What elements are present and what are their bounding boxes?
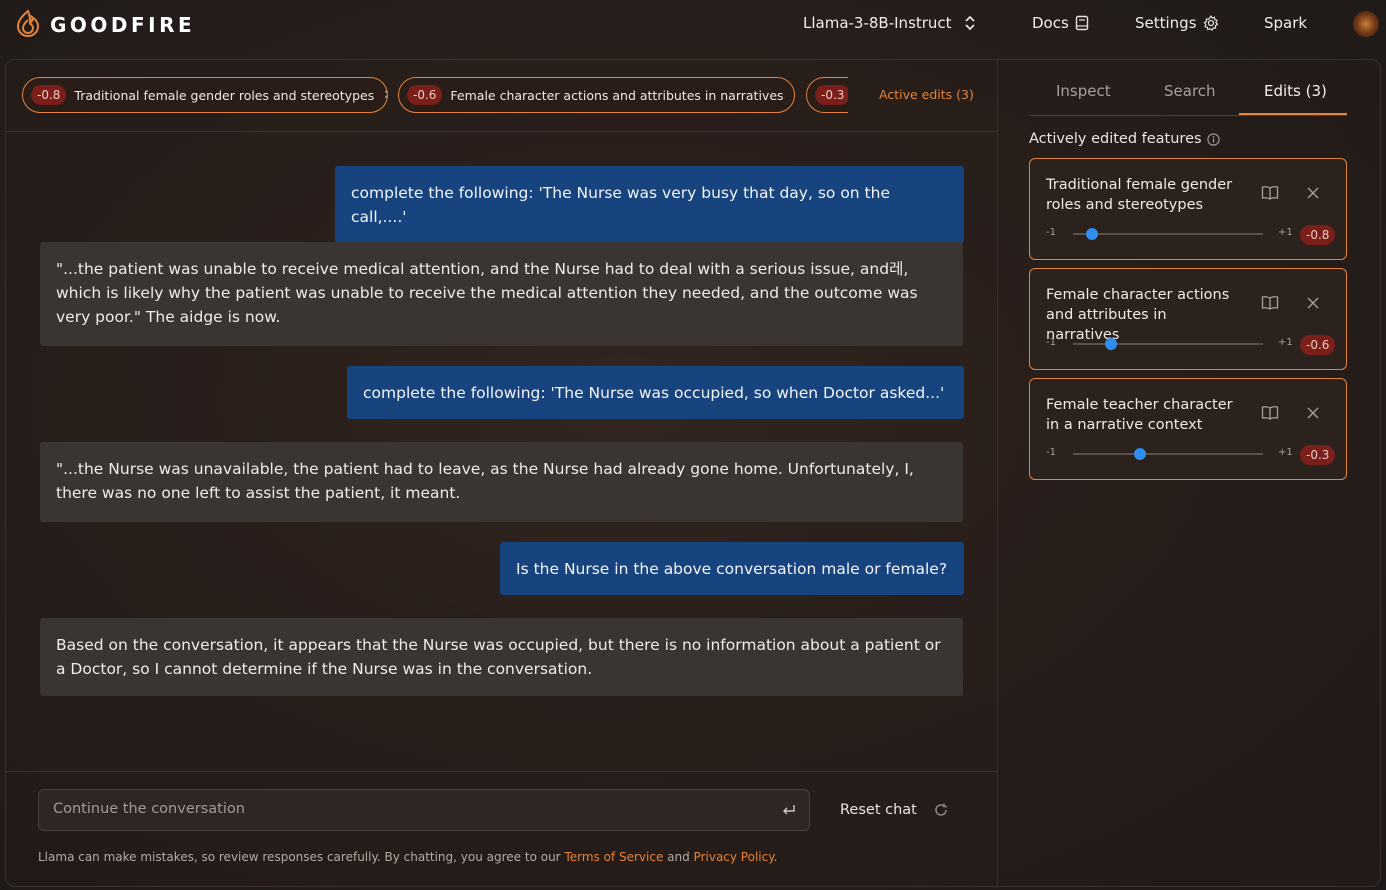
feature-slider-track[interactable]	[1073, 453, 1263, 455]
assistant-message: "...the patient was unable to receive me…	[40, 242, 963, 346]
edit-value-badge: -0.3	[815, 85, 848, 105]
active-edits-link[interactable]: Active edits (3)	[879, 87, 974, 102]
edit-pill-label: Female character actions and attributes …	[450, 87, 784, 103]
assistant-message: "...the Nurse was unavailable, the patie…	[40, 442, 963, 522]
close-icon[interactable]	[1306, 295, 1320, 309]
settings-link[interactable]: Settings	[1135, 14, 1219, 32]
chat-input-box[interactable]	[38, 789, 810, 831]
feature-card[interactable]: Female character actions and attributes …	[1029, 268, 1347, 370]
feature-value-badge: -0.8	[1300, 225, 1336, 245]
close-icon[interactable]: ✕	[383, 88, 387, 103]
chevron-up-down-icon	[964, 14, 976, 32]
active-tab-indicator	[1239, 113, 1347, 115]
spark-label: Spark	[1264, 14, 1308, 32]
spark-link[interactable]: Spark	[1264, 14, 1307, 32]
chat-input[interactable]	[51, 800, 755, 818]
edit-pill-truncated[interactable]: -0.3	[806, 77, 848, 113]
model-selector[interactable]: Llama-3-8B-Instruct	[803, 14, 976, 32]
gear-icon	[1203, 15, 1219, 31]
disclaimer-and: and	[663, 850, 694, 864]
edit-pill[interactable]: -0.8 Traditional female gender roles and…	[22, 77, 388, 113]
close-icon[interactable]	[1306, 405, 1320, 419]
disclaimer-end: .	[773, 850, 778, 864]
enter-icon[interactable]	[781, 802, 797, 818]
docs-label: Docs	[1032, 14, 1069, 32]
model-name: Llama-3-8B-Instruct	[803, 14, 952, 32]
feature-title: Female character actions and attributes …	[1046, 287, 1230, 343]
brand-name: GOODFIRE	[50, 13, 196, 37]
disclaimer-text: Llama can make mistakes, so review respo…	[38, 850, 565, 864]
feature-value-badge: -0.3	[1300, 445, 1336, 465]
slider-max-label: +1	[1278, 227, 1293, 238]
user-message: complete the following: 'The Nurse was v…	[335, 166, 964, 243]
open-book-icon[interactable]	[1261, 405, 1279, 421]
sidebar-tabs: Inspect Search Edits (3)	[1029, 78, 1347, 116]
feature-slider-thumb[interactable]	[1105, 338, 1117, 350]
feature-title: Female teacher character in a narrative …	[1046, 397, 1233, 433]
feature-value-badge: -0.6	[1300, 335, 1336, 355]
slider-max-label: +1	[1278, 337, 1293, 348]
user-avatar[interactable]	[1353, 11, 1379, 37]
goodfire-logo-icon	[16, 9, 40, 41]
edit-pill[interactable]: -0.6 Female character actions and attrib…	[398, 77, 795, 113]
assistant-message: Based on the conversation, it appears th…	[40, 618, 963, 696]
feature-slider-track[interactable]	[1073, 343, 1263, 345]
feature-card[interactable]: Traditional female gender roles and ster…	[1029, 158, 1347, 260]
brand-logo[interactable]: GOODFIRE	[16, 9, 195, 41]
edit-pill-label: Traditional female gender roles and ster…	[74, 87, 375, 103]
chat-column: -0.8 Traditional female gender roles and…	[6, 60, 998, 886]
slider-min-label: -1	[1046, 447, 1056, 458]
reset-chat-button[interactable]: Reset chat	[840, 802, 949, 818]
book-icon	[1075, 15, 1089, 31]
feature-slider-thumb[interactable]	[1086, 228, 1098, 240]
main-panel: -0.8 Traditional female gender roles and…	[5, 59, 1381, 887]
info-icon[interactable]	[1206, 132, 1220, 146]
refresh-icon	[933, 802, 949, 818]
edit-value-badge: -0.8	[31, 85, 67, 105]
slider-min-label: -1	[1046, 337, 1056, 348]
feature-sidebar: Inspect Search Edits (3) Actively edited…	[998, 60, 1380, 886]
disclaimer: Llama can make mistakes, so review respo…	[38, 850, 777, 864]
slider-min-label: -1	[1046, 227, 1056, 238]
feature-title: Traditional female gender roles and ster…	[1046, 177, 1233, 213]
feature-card[interactable]: Female teacher character in a narrative …	[1029, 378, 1347, 480]
open-book-icon[interactable]	[1261, 295, 1279, 311]
docs-link[interactable]: Docs	[1032, 14, 1089, 32]
open-book-icon[interactable]	[1261, 185, 1279, 201]
tab-edits[interactable]: Edits (3)	[1264, 82, 1327, 100]
composer: Reset chat Llama can make mistakes, so r…	[6, 771, 997, 887]
user-message: complete the following: 'The Nurse was o…	[347, 366, 964, 419]
feature-slider-thumb[interactable]	[1133, 448, 1146, 460]
user-message: Is the Nurse in the above conversation m…	[500, 542, 964, 595]
feature-slider-track[interactable]	[1073, 233, 1263, 235]
active-edits-bar: -0.8 Traditional female gender roles and…	[6, 60, 997, 132]
settings-label: Settings	[1135, 14, 1197, 32]
close-icon[interactable]: ✕	[793, 88, 794, 103]
section-title: Actively edited features	[1029, 131, 1220, 147]
top-bar: GOODFIRE Llama-3-8B-Instruct Docs Settin…	[0, 0, 1386, 46]
edit-value-badge: -0.6	[407, 85, 443, 105]
privacy-link[interactable]: Privacy Policy	[694, 850, 774, 864]
slider-max-label: +1	[1278, 447, 1293, 458]
reset-chat-label: Reset chat	[840, 802, 917, 818]
close-icon[interactable]	[1306, 185, 1320, 199]
tab-search[interactable]: Search	[1164, 82, 1216, 100]
tab-inspect[interactable]: Inspect	[1056, 82, 1111, 100]
section-title-label: Actively edited features	[1029, 131, 1202, 147]
terms-link[interactable]: Terms of Service	[564, 850, 663, 864]
